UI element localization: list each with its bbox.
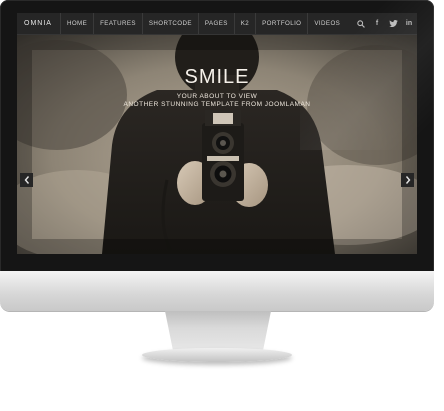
nav-item-features[interactable]: FEATURES — [94, 13, 143, 34]
nav-item-shortcode[interactable]: SHORTCODE — [143, 13, 199, 34]
nav-item-home[interactable]: HOME — [61, 13, 95, 34]
hero-title: SMILE — [184, 66, 250, 88]
chevron-left-icon — [24, 176, 29, 184]
nav-item-pages[interactable]: PAGES — [199, 13, 235, 34]
nav-item-videos[interactable]: VIDEOS — [308, 13, 346, 34]
monitor-screen: OMNIA HOME FEATURES SHORTCODE PAGES K2 P… — [17, 13, 417, 254]
slider-prev-button[interactable] — [20, 173, 33, 187]
nav-item-k2[interactable]: K2 — [235, 13, 257, 34]
site-logo[interactable]: OMNIA — [17, 13, 61, 34]
hero-subtitle-line1: YOUR ABOUT TO VIEW — [176, 93, 258, 100]
nav-item-portfolio[interactable]: PORTFOLIO — [256, 13, 309, 34]
search-icon[interactable] — [353, 13, 369, 34]
chevron-right-icon — [405, 176, 410, 184]
imac-monitor: OMNIA HOME FEATURES SHORTCODE PAGES K2 P… — [0, 0, 444, 411]
hero-slider: SMILE YOUR ABOUT TO VIEW ANOTHER STUNNIN… — [17, 35, 417, 254]
monitor-stand-neck — [165, 311, 271, 353]
twitter-icon[interactable] — [385, 13, 401, 34]
hero-subtitle-line2: ANOTHER STUNNING TEMPLATE FROM JOOMLAMAN — [123, 101, 311, 108]
slider-next-button[interactable] — [401, 173, 414, 187]
top-navigation: OMNIA HOME FEATURES SHORTCODE PAGES K2 P… — [17, 13, 417, 35]
monitor-stand-base — [142, 348, 292, 362]
monitor-chin — [0, 271, 434, 311]
linkedin-icon[interactable]: in — [401, 13, 417, 34]
facebook-icon[interactable]: f — [369, 13, 385, 34]
social-icons: f in — [353, 13, 417, 34]
